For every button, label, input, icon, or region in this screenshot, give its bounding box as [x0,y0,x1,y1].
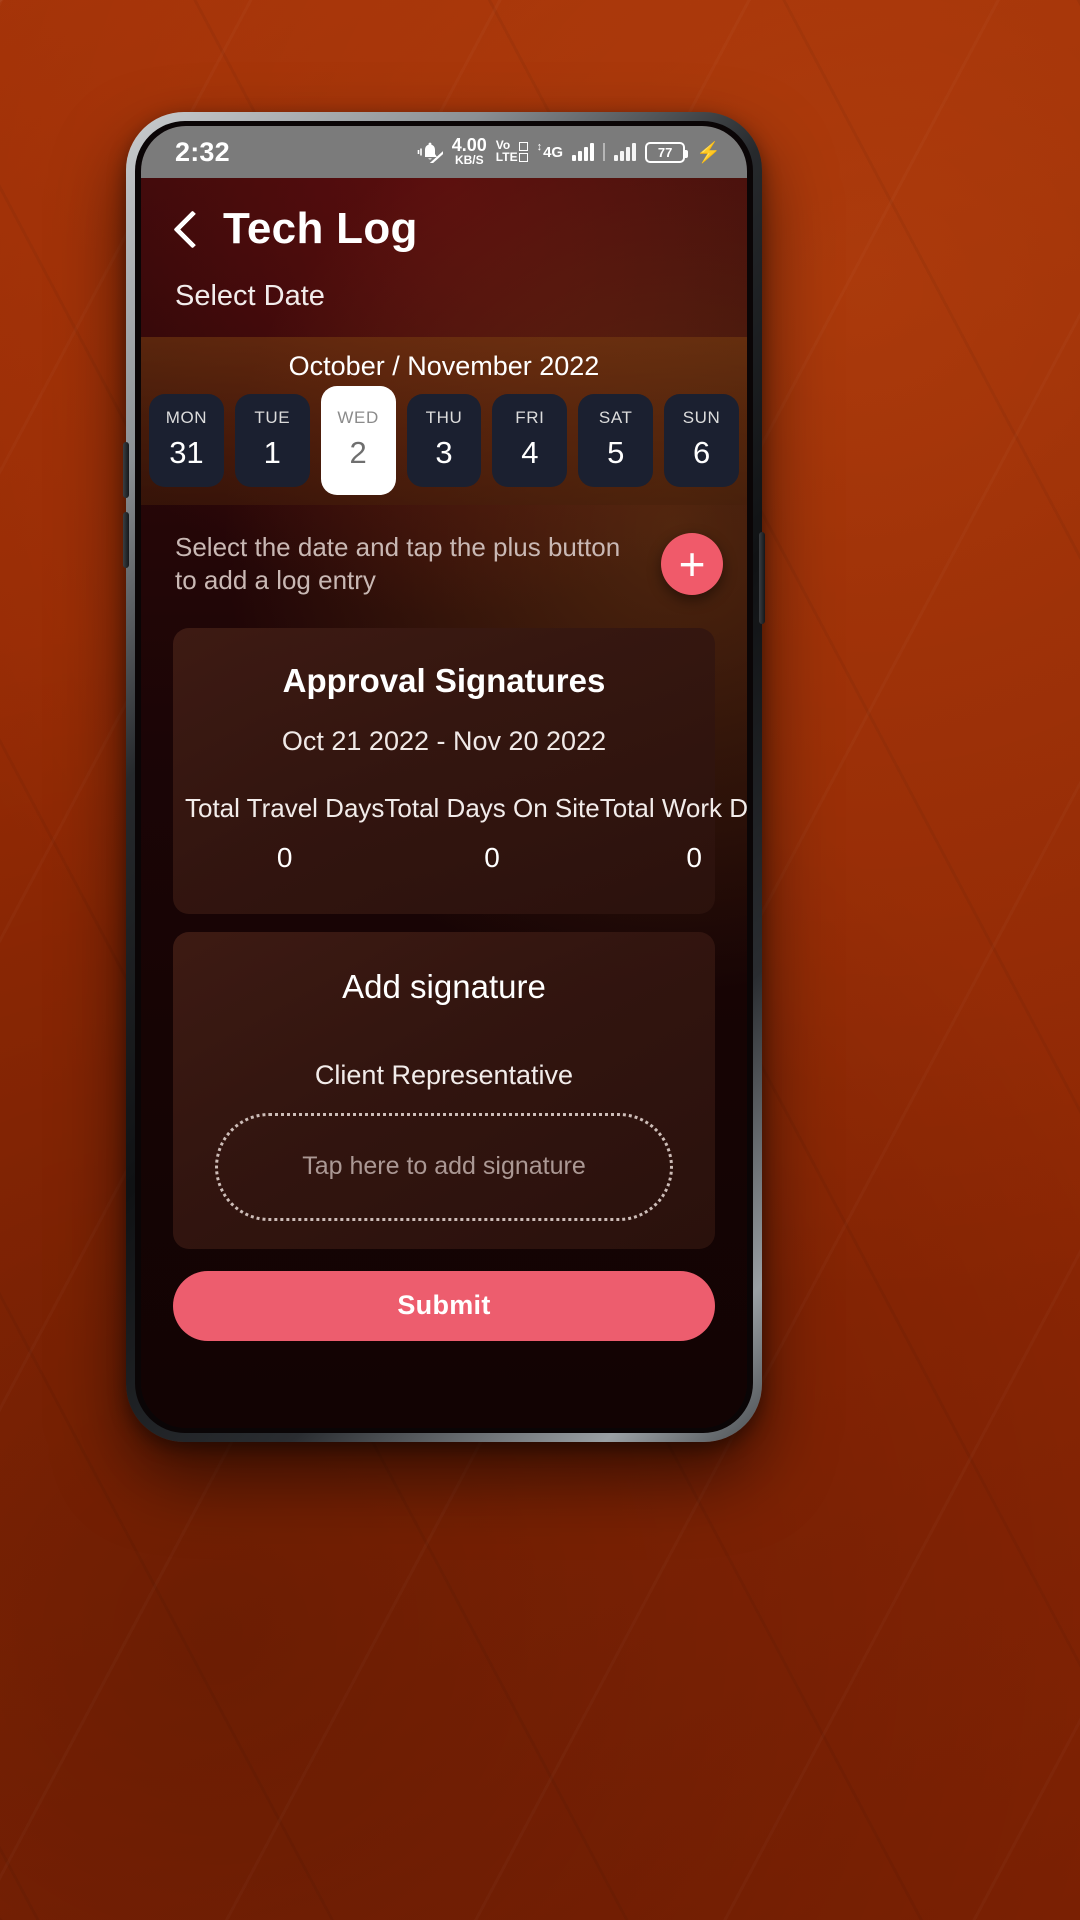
app-bar: Tech Log [141,178,747,254]
stat-total-days-on-site: Total Days On Site 0 [384,793,599,874]
signature-role-label: Client Representative [314,1059,574,1090]
add-log-entry-button[interactable] [661,533,723,596]
sim-slot-2-icon [518,153,528,162]
sim-slot-1-icon [518,142,528,151]
add-signature-title: Add signature [342,967,546,1005]
battery-percent-label: 77 [657,144,673,160]
stat-label: Total Work Days [599,792,747,823]
day-chip-mon[interactable]: MON 31 [149,394,224,487]
hint-text: Select the date and tap the plus button … [175,532,621,596]
status-icons-group: 4.00 KB/S Vo LTE ↕ 4G 77 ⚡ [417,137,721,166]
approval-card-title: Approval Signatures [282,661,606,699]
day-chip-dow: WED [337,408,379,427]
data-transfer-arrows-icon: ↕ [536,140,543,153]
day-chip-dow: MON [165,408,208,427]
approval-signatures-card: Approval Signatures Oct 21 2022 - Nov 20… [173,627,747,914]
approval-stats-row: Total Travel Days 0 Total Days On Site 0… [185,793,747,874]
status-divider [603,143,606,161]
network-type-indicator: ↕ 4G [536,140,564,161]
phone-device-frame: 2:32 4.00 KB/S Vo LTE ↕ 4G 77 ⚡ Tech Log… [123,112,765,1442]
network-type-label: 4G [543,143,564,161]
stat-label: Total Days On Site [384,792,600,823]
day-chip-dow: THU [425,408,463,427]
day-chip-sat[interactable]: SAT 5 [578,394,654,487]
app-content: Tech Log Select Date October / November … [141,178,747,1428]
calendar-strip: October / November 2022 MON 31 TUE 1 WED [141,337,747,505]
day-chip-number: 2 [349,435,367,470]
day-chip-number: 1 [263,435,281,470]
back-chevron-icon[interactable] [171,207,201,251]
day-chip-tue[interactable]: TUE 1 [234,394,310,487]
day-chip-number: 4 [521,435,539,470]
signal-strength-2-icon [614,143,637,161]
page-title: Tech Log [223,204,418,253]
volume-up-button[interactable] [123,442,129,498]
day-chip-dow: TUE [254,408,291,427]
approval-date-range: Oct 21 2022 - Nov 20 2022 [281,725,607,756]
phone-screen: 2:32 4.00 KB/S Vo LTE ↕ 4G 77 ⚡ Tech Log… [141,126,747,1428]
day-chip-dow: SAT [598,408,633,427]
day-chip-wed-selected[interactable]: WED 2 [320,386,396,495]
submit-button[interactable]: Submit [173,1270,715,1341]
stat-label: Total Travel Days [185,792,385,823]
bell-muted-icon [417,141,443,163]
signature-placeholder: Tap here to add signature [302,1152,586,1181]
day-chip-fri[interactable]: FRI 4 [492,394,568,487]
day-chip-dow: FRI [515,408,545,427]
volte-icon: Vo LTE [495,139,528,164]
day-chip-number: 6 [692,435,711,470]
network-speed-unit: KB/S [454,152,484,167]
submit-button-wrap: Submit [141,1249,747,1341]
add-signature-card: Add signature Client Representative Tap … [173,931,715,1249]
signal-strength-1-icon [572,143,595,161]
status-clock: 2:32 [175,136,230,167]
phone-bezel: 2:32 4.00 KB/S Vo LTE ↕ 4G 77 ⚡ Tech Log… [135,121,753,1433]
stat-total-travel-days: Total Travel Days 0 [185,793,384,874]
hint-row: Select the date and tap the plus button … [141,505,747,598]
day-chip-number: 3 [435,435,453,470]
day-chip-number: 5 [607,435,625,470]
calendar-month-label: October / November 2022 [288,351,600,381]
network-speed-indicator: 4.00 KB/S [452,137,487,166]
day-chip-number: 31 [169,435,204,470]
calendar-days-row: MON 31 TUE 1 WED 2 THU 3 FRI 4 SAT 5 SUN… [141,386,747,495]
stat-value: 0 [484,841,500,873]
signature-pad[interactable]: Tap here to add signature [215,1112,673,1221]
volte-label-bottom: LTE [495,150,518,164]
lightning-bolt-icon: ⚡ [696,141,721,164]
stat-value: 0 [276,841,293,873]
volume-down-button[interactable] [123,512,129,568]
day-chip-sun[interactable]: SUN 6 [664,394,740,487]
stat-total-work-days: Total Work Days 0 [600,793,747,874]
day-chip-dow: SUN [682,408,721,427]
status-bar: 2:32 4.00 KB/S Vo LTE ↕ 4G 77 ⚡ [141,126,747,178]
day-chip-thu[interactable]: THU 3 [406,394,482,487]
stat-value: 0 [686,841,702,873]
power-button[interactable] [759,532,765,624]
battery-icon: 77 [645,141,689,163]
select-date-label: Select Date [175,280,325,312]
